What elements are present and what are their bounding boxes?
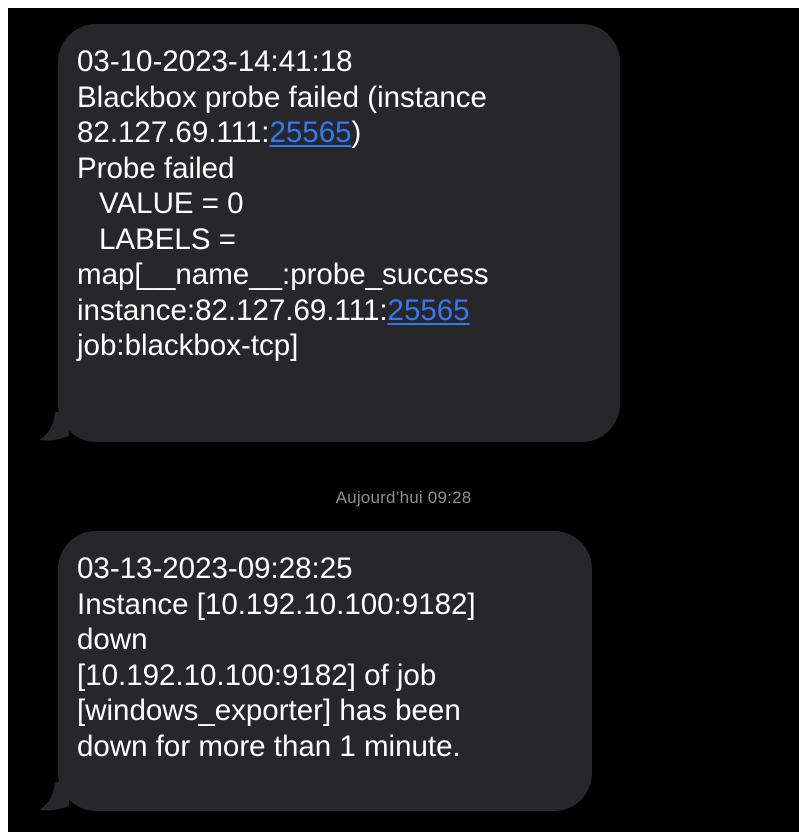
bubble-tail-icon [39, 412, 69, 441]
port-link[interactable]: 25565 [388, 294, 470, 327]
message-line: 03-13-2023-09:28:25 [77, 552, 353, 585]
port-link[interactable]: 25565 [269, 116, 351, 149]
message-bubble-alert-blackbox[interactable]: 03-10-2023-14:41:18 Blackbox probe faile… [58, 24, 620, 442]
message-line: Blackbox probe failed (instance [77, 80, 487, 114]
message-line-text: instance:82.127.69.111: [77, 293, 388, 327]
message-bubble-alert-instance-down[interactable]: 03-13-2023-09:28:25 Instance [10.192.10.… [58, 531, 592, 811]
messages-screen: 03-10-2023-14:41:18 Blackbox probe faile… [8, 8, 799, 832]
timestamp-divider: Aujourd’hui 09:28 [335, 488, 472, 507]
message-line: [10.192.10.100:9182] of job [77, 658, 437, 692]
message-line: down for more than 1 minute. [77, 729, 461, 763]
message-line: instance:82.127.69.111:25565 [77, 293, 596, 329]
message-line: map[__name__:probe_success [77, 258, 489, 291]
message-line: 82.127.69.111:25565) [77, 115, 596, 151]
message-line: Probe failed [77, 151, 235, 185]
message-line-text: 82.127.69.111: [77, 116, 270, 149]
message-line-suffix: ) [351, 116, 362, 149]
message-line: 03-10-2023-14:41:18 [77, 45, 353, 78]
message-line: VALUE = 0 [99, 187, 244, 220]
message-line: [windows_exporter] has been [77, 694, 461, 727]
message-line: down [77, 623, 148, 656]
message-line: job:blackbox-tcp] [77, 329, 299, 362]
bubble-tail-icon [39, 782, 69, 811]
message-line: Instance [10.192.10.100:9182] [77, 587, 476, 621]
message-line: LABELS = [99, 222, 236, 256]
